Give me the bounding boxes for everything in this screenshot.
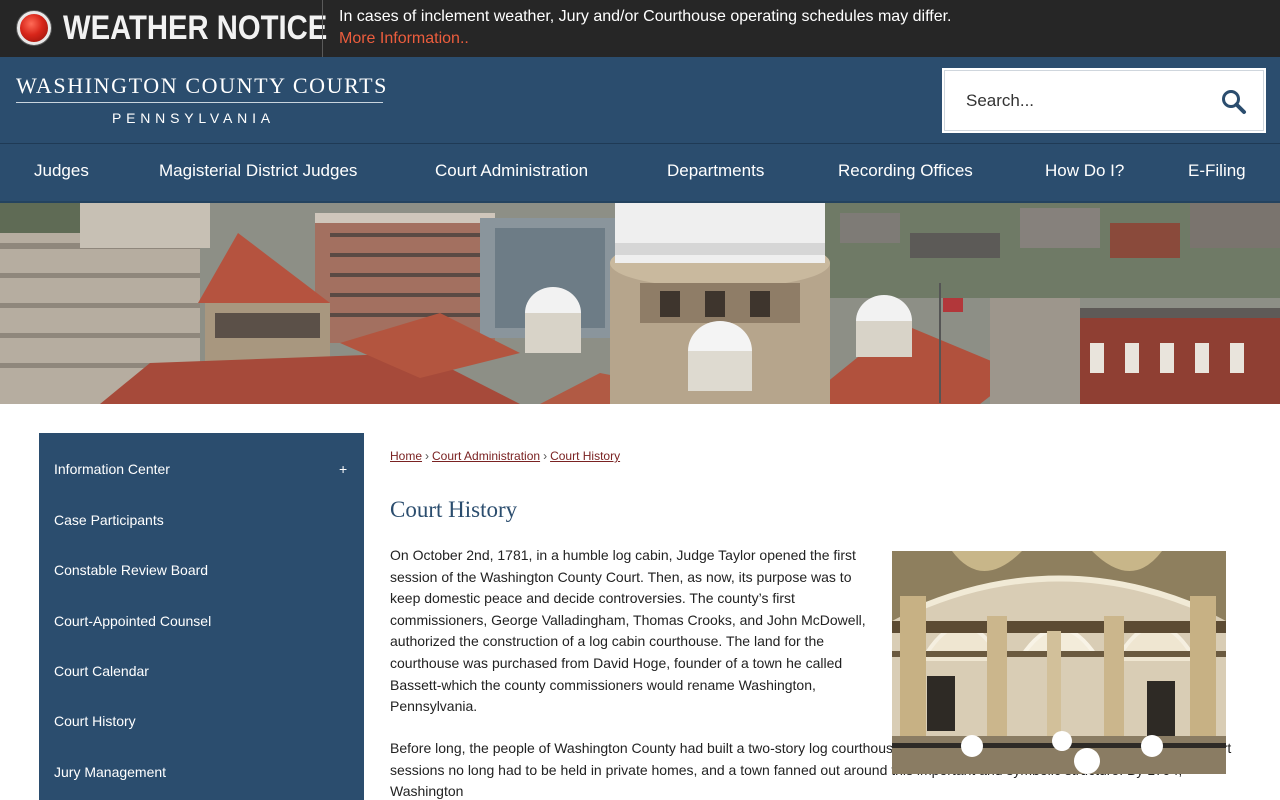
notice-title: WEATHER NOTICE [63,9,328,47]
breadcrumb: Home › Court Administration › Court History [390,449,620,463]
nav-item-recording-offices[interactable]: Recording Offices [838,161,973,181]
breadcrumb-court-administration[interactable]: Court Administration [432,449,540,463]
nav-item-departments[interactable]: Departments [667,161,764,181]
courthouse-interior-photo [892,551,1226,774]
sidebar-item-court-appointed-counsel[interactable]: Court-Appointed Counsel [54,613,211,629]
nav-item-how-do-i[interactable]: How Do I? [1045,161,1124,181]
sidebar-item-jury-management[interactable]: Jury Management [54,764,166,780]
logo-divider [16,102,383,103]
expand-icon[interactable]: + [339,461,347,477]
nav-item-magisterial-district-judges[interactable]: Magisterial District Judges [159,161,357,181]
nav-item-court-administration[interactable]: Court Administration [435,161,588,181]
logo-title[interactable]: WASHINGTON COUNTY COURTS [16,73,388,99]
site-header: WASHINGTON COUNTY COURTS PENNSYLVANIA [0,57,1280,143]
sidebar-nav: Information Center + Case Participants C… [39,433,364,800]
page-title: Court History [390,497,518,522]
sidebar-item-court-history[interactable]: Court History [54,713,136,729]
notice-message: In cases of inclement weather, Jury and/… [339,8,952,25]
sidebar-item-information-center[interactable]: Information Center [54,461,170,477]
sidebar-item-constable-review-board[interactable]: Constable Review Board [54,562,208,578]
hero-banner-image [0,203,1280,404]
sidebar-item-case-participants[interactable]: Case Participants [54,512,164,528]
breadcrumb-court-history[interactable]: Court History [550,449,620,463]
search-input[interactable] [954,82,1204,120]
weather-notice-bar: WEATHER NOTICE In cases of inclement wea… [0,0,1280,57]
breadcrumb-home[interactable]: Home [390,449,422,463]
breadcrumb-separator: › [425,449,430,463]
nav-item-judges[interactable]: Judges [34,161,89,181]
sidebar-item-court-calendar[interactable]: Court Calendar [54,663,149,679]
notice-divider [322,0,323,57]
breadcrumb-separator: › [543,449,548,463]
more-information-link[interactable]: More Information.. [339,30,469,48]
main-nav: Judges Magisterial District Judges Court… [0,143,1280,203]
alert-dot-icon [17,11,51,45]
search-icon[interactable] [1220,88,1248,116]
logo-subtitle[interactable]: PENNSYLVANIA [112,110,275,126]
search-box [942,68,1266,133]
nav-item-e-filing[interactable]: E-Filing [1188,161,1246,181]
history-paragraph-1: On October 2nd, 1781, in a humble log ca… [390,547,866,715]
